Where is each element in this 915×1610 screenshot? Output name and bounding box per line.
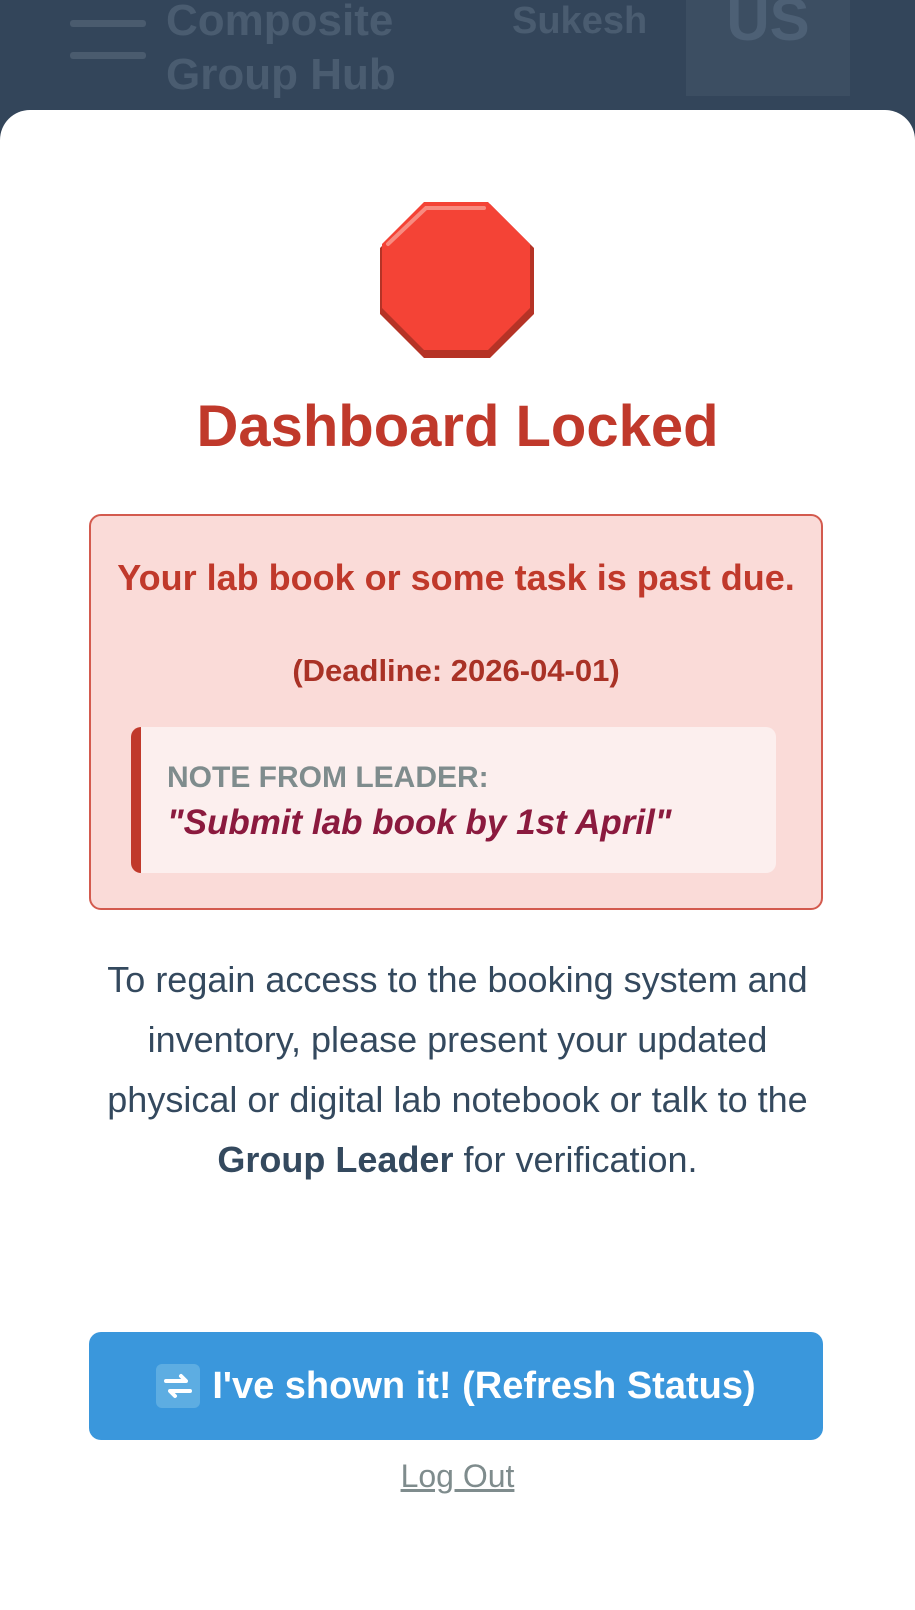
deadline-text: (Deadline: 2026-04-01) [292,653,620,688]
instructions-text: To regain access to the booking system a… [80,950,835,1190]
stop-sign-icon [380,202,534,358]
note-label: NOTE FROM LEADER: [167,761,489,794]
refresh-button-label: I've shown it! (Refresh Status) [212,1364,756,1407]
instructions-text-part-2: for verification. [453,1139,698,1180]
leader-note: NOTE FROM LEADER: "Submit lab book by 1s… [131,727,776,873]
note-text: "Submit lab book by 1st April" [167,803,672,842]
menu-icon[interactable] [70,16,146,62]
locked-modal: Dashboard Locked Your lab book or some t… [0,110,915,1610]
group-leader-emphasis: Group Leader [217,1139,454,1180]
overdue-alert: Your lab book or some task is past due. … [89,514,823,910]
user-name: Sukesh [512,0,648,42]
page-title: Dashboard Locked [196,394,719,459]
logout-link[interactable]: Log Out [0,1454,915,1498]
app-title-line-1: Composite [166,0,394,45]
avatar[interactable]: US [686,0,850,96]
refresh-status-button[interactable]: I've shown it! (Refresh Status) [89,1332,823,1440]
refresh-icon [156,1364,201,1408]
instructions-text-part-1: To regain access to the booking system a… [107,959,808,1120]
alert-message: Your lab book or some task is past due. [117,557,795,598]
app-title-line-2: Group Hub [166,50,396,99]
app-title: Composite Group Hub [166,0,466,102]
